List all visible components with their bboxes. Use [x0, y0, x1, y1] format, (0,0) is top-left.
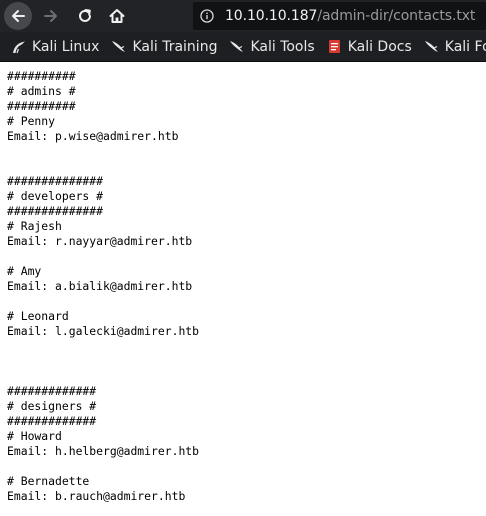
forward-button[interactable]	[37, 0, 65, 32]
info-icon[interactable]	[200, 9, 214, 23]
home-icon	[109, 9, 125, 23]
bookmark-kali-tools[interactable]: Kali Tools	[229, 38, 315, 55]
text-line: ##############	[7, 174, 104, 188]
kali-dragon-icon	[424, 39, 439, 54]
text-line: #############	[7, 384, 97, 398]
navigation-toolbar: 10.10.10.187/admin-dir/contacts.txt	[0, 0, 486, 32]
bookmark-label: Kali Foru	[444, 38, 486, 55]
text-line: Email: a.bialik@admirer.htb	[7, 279, 193, 293]
url-text[interactable]: 10.10.10.187/admin-dir/contacts.txt	[225, 8, 475, 24]
text-line: Email: h.helberg@admirer.htb	[7, 444, 200, 458]
text-line: #############	[7, 414, 97, 428]
url-bar[interactable]: 10.10.10.187/admin-dir/contacts.txt	[193, 2, 486, 30]
url-path: /admin-dir/contacts.txt	[317, 8, 476, 24]
text-line	[7, 459, 486, 474]
reload-icon	[79, 9, 91, 22]
text-line	[7, 339, 486, 354]
text-line: # Howard	[7, 429, 62, 443]
bookmark-kali-training[interactable]: Kali Training	[111, 39, 217, 55]
text-line: # Rajesh	[7, 219, 62, 233]
kali-dragon-icon	[11, 39, 26, 54]
text-line	[7, 159, 486, 174]
text-line	[7, 294, 486, 309]
text-line: # Amy	[7, 264, 42, 278]
bookmark-label: Kali Tools	[250, 38, 315, 55]
reload-button[interactable]	[72, 0, 98, 32]
text-line: Email: r.nayyar@admirer.htb	[7, 234, 193, 248]
text-line	[7, 354, 486, 369]
arrow-left-icon	[12, 10, 25, 22]
url-host: 10.10.10.187	[225, 8, 318, 24]
text-line: # admins #	[7, 84, 76, 98]
bookmark-label: Kali Docs	[347, 38, 412, 55]
bookmark-kali-linux[interactable]: Kali Linux	[11, 39, 99, 55]
text-line: # designers #	[7, 399, 97, 413]
text-line	[7, 249, 486, 264]
home-button[interactable]	[104, 0, 130, 32]
bookmark-label: Kali Training	[132, 38, 218, 55]
text-line	[7, 144, 486, 159]
bookmark-kali-forums[interactable]: Kali Foru	[424, 39, 486, 55]
contacts-text-document: ########## # admins # ########## # Penny Ema…	[0, 62, 486, 504]
kali-dragon-icon	[229, 39, 244, 54]
page-content: ########## # admins # ########## # Penny Ema…	[0, 62, 486, 516]
arrow-right-icon	[44, 10, 57, 22]
text-line: ##############	[7, 204, 104, 218]
kali-dragon-icon	[111, 39, 126, 54]
bookmark-kali-docs[interactable]: Kali Docs	[327, 39, 412, 55]
text-line: ##########	[7, 99, 76, 113]
text-line	[7, 369, 486, 384]
text-line: # developers #	[7, 189, 104, 203]
text-line: # Leonard	[7, 309, 69, 323]
text-line: Email: p.wise@admirer.htb	[7, 129, 179, 143]
back-button[interactable]	[4, 2, 32, 30]
bookmarks-toolbar: Kali Linux Kali Training Kali Tools Kali…	[0, 32, 486, 62]
text-line: # Bernadette	[7, 474, 90, 488]
text-line: ##########	[7, 69, 76, 83]
browser-window: 10.10.10.187/admin-dir/contacts.txt Kali…	[0, 0, 486, 516]
bookmark-label: Kali Linux	[32, 38, 100, 55]
text-line: # Penny	[7, 114, 56, 128]
text-line: Email: b.rauch@admirer.htb	[7, 489, 186, 503]
text-line: Email: l.galecki@admirer.htb	[7, 324, 200, 338]
kali-docs-icon	[327, 39, 342, 54]
